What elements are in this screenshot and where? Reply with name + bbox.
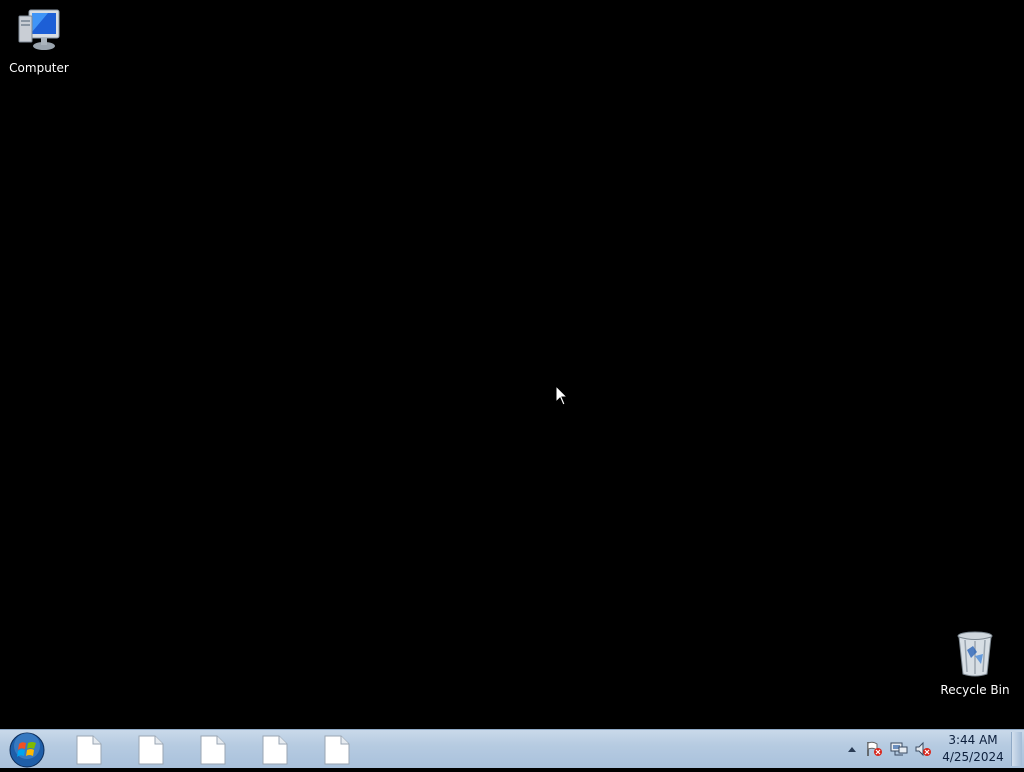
show-desktop-button[interactable] — [1011, 732, 1022, 766]
clock-time: 3:44 AM — [948, 733, 998, 747]
network-button[interactable] — [890, 741, 908, 757]
document-icon — [200, 735, 226, 765]
action-center-button[interactable] — [865, 741, 883, 757]
taskbar: 3:44 AM 4/25/2024 — [0, 729, 1024, 768]
taskbar-item[interactable] — [137, 734, 167, 766]
mouse-cursor-icon — [555, 385, 569, 406]
volume-muted-icon — [915, 741, 931, 757]
taskbar-item[interactable] — [199, 734, 229, 766]
chevron-up-icon — [848, 747, 856, 752]
clock-date: 4/25/2024 — [942, 750, 1004, 764]
taskbar-item[interactable] — [261, 734, 291, 766]
computer-icon — [18, 9, 60, 50]
volume-button[interactable] — [914, 741, 932, 757]
taskbar-item[interactable] — [323, 734, 353, 766]
action-center-flag-icon — [867, 741, 882, 756]
document-icon — [324, 735, 350, 765]
network-icon — [890, 742, 908, 756]
show-hidden-icons-button[interactable] — [843, 741, 861, 757]
document-icon — [262, 735, 288, 765]
desktop-icon-recycle-bin[interactable]: Recycle Bin — [937, 630, 1013, 697]
desktop-icon-label: Recycle Bin — [940, 683, 1010, 697]
windows-start-orb-icon — [9, 732, 45, 768]
start-button[interactable] — [7, 731, 47, 768]
desktop-icon-computer[interactable]: Computer — [1, 8, 77, 75]
document-icon — [76, 735, 102, 765]
document-icon — [138, 735, 164, 765]
desktop-background: Computer Recycle Bin — [0, 0, 1024, 729]
taskbar-item[interactable] — [75, 734, 105, 766]
recycle-bin-icon — [957, 631, 993, 677]
taskbar-clock[interactable]: 3:44 AM 4/25/2024 — [942, 732, 1004, 766]
desktop-icon-label: Computer — [9, 61, 69, 75]
